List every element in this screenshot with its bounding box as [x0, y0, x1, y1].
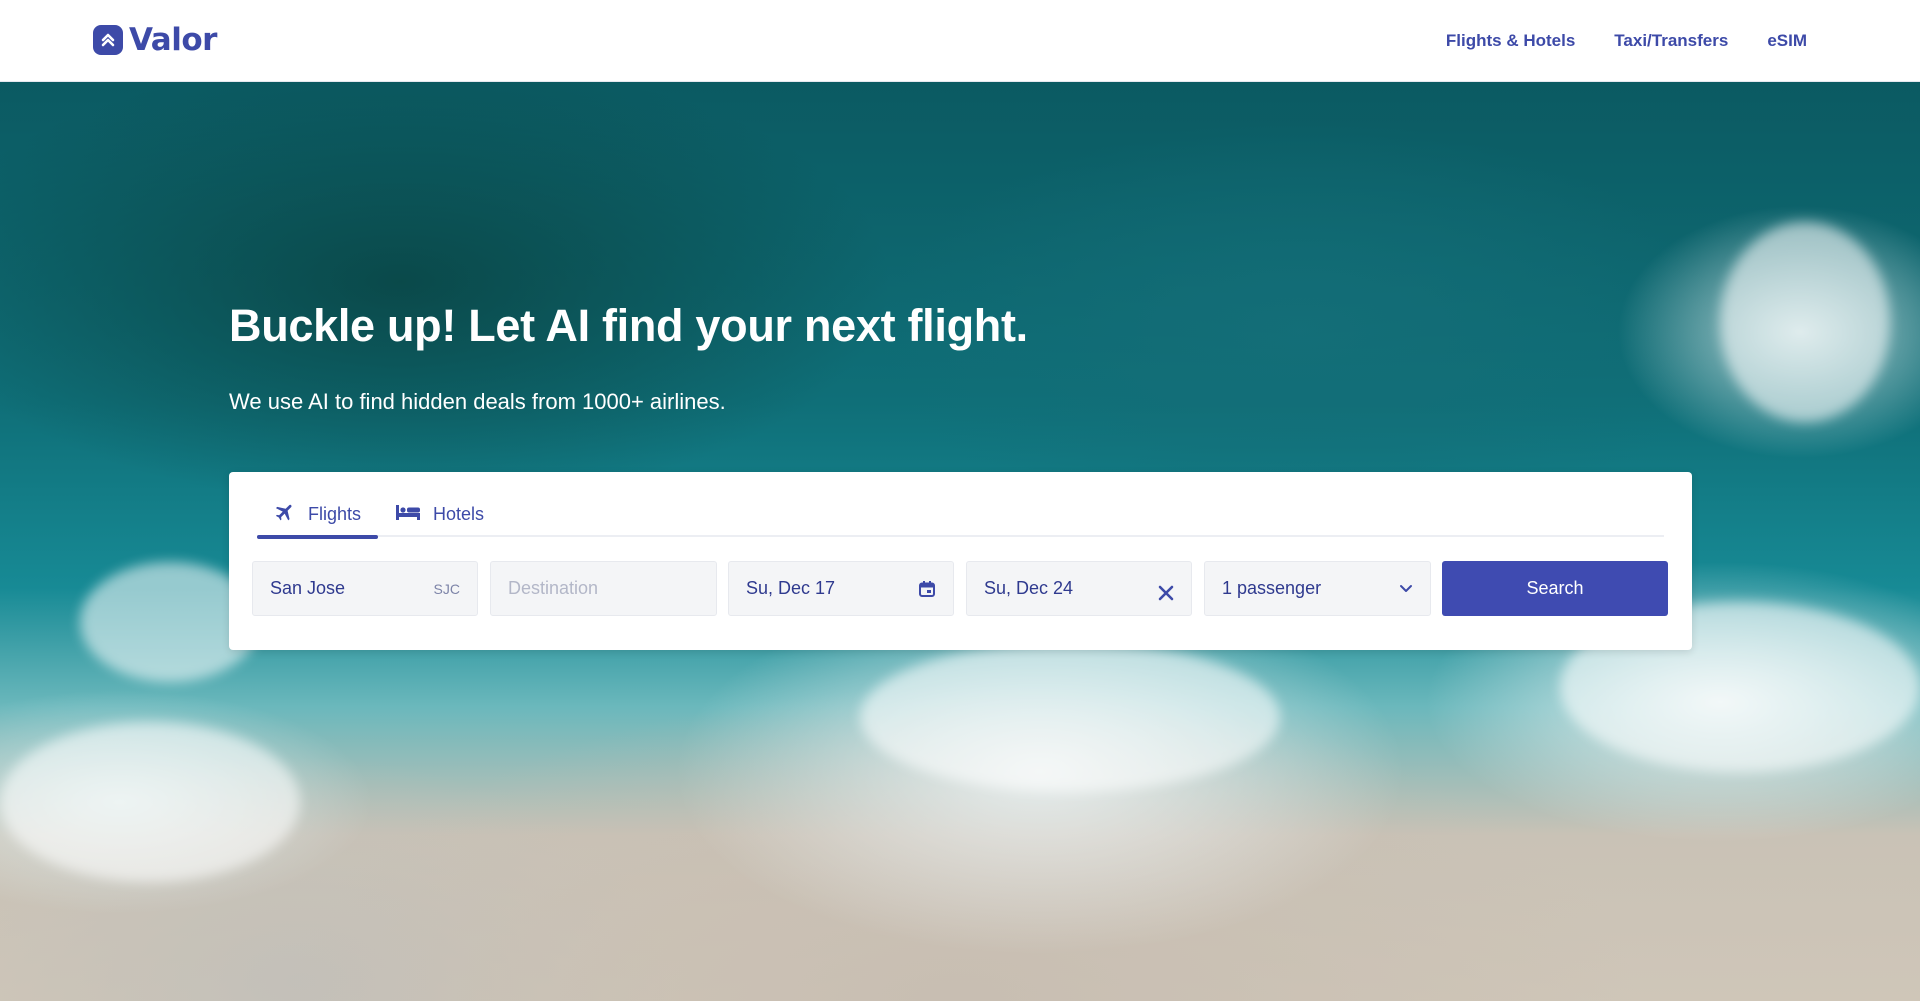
- tab-flights[interactable]: Flights: [257, 492, 379, 539]
- return-date-field[interactable]: Su, Dec 24: [966, 561, 1192, 616]
- bed-icon: [395, 502, 421, 527]
- depart-date-value: Su, Dec 17: [746, 578, 836, 598]
- nav-link-flights-hotels[interactable]: Flights & Hotels: [1446, 31, 1575, 51]
- airplane-icon: [274, 501, 296, 528]
- passenger-select-value: 1 passenger: [1222, 578, 1322, 598]
- nav-link-taxi-transfers[interactable]: Taxi/Transfers: [1614, 31, 1728, 51]
- close-icon[interactable]: [1158, 585, 1174, 601]
- return-date-value: Su, Dec 24: [984, 578, 1074, 598]
- destination-input[interactable]: [508, 578, 699, 599]
- wave-foam: [0, 722, 300, 882]
- depart-date-field[interactable]: Su, Dec 17: [728, 561, 954, 616]
- hero-headline: Buckle up! Let AI find your next flight.: [229, 300, 1028, 351]
- top-navigation-bar: Valor Flights & Hotels Taxi/Transfers eS…: [0, 0, 1920, 82]
- calendar-icon[interactable]: [918, 580, 936, 598]
- passenger-select[interactable]: 1 passenger: [1204, 561, 1431, 616]
- destination-field[interactable]: [490, 561, 717, 616]
- hero-subheadline: We use AI to find hidden deals from 1000…: [229, 389, 726, 414]
- origin-field[interactable]: San Jose SJC: [252, 561, 478, 616]
- origin-airport-code: SJC: [433, 580, 460, 597]
- main-nav: Flights & Hotels Taxi/Transfers eSIM: [1446, 0, 1807, 82]
- logo-mark-icon: [93, 25, 123, 55]
- origin-value: San Jose: [270, 578, 346, 598]
- search-button[interactable]: Search: [1442, 561, 1668, 616]
- tab-flights-label: Flights: [308, 504, 362, 524]
- wave-foam: [860, 642, 1280, 792]
- brand-logo[interactable]: Valor: [93, 22, 217, 58]
- chevron-down-icon: [1399, 584, 1413, 594]
- search-panel: Flights Hotels San Jose SJC Su, Dec 17 S…: [229, 472, 1692, 650]
- tab-hotels[interactable]: Hotels: [378, 492, 501, 537]
- nav-link-esim[interactable]: eSIM: [1767, 31, 1807, 51]
- tab-hotels-label: Hotels: [433, 504, 485, 524]
- search-tabs: Flights Hotels: [257, 492, 1664, 539]
- wave-foam: [1720, 222, 1890, 422]
- brand-name: Valor: [129, 22, 217, 58]
